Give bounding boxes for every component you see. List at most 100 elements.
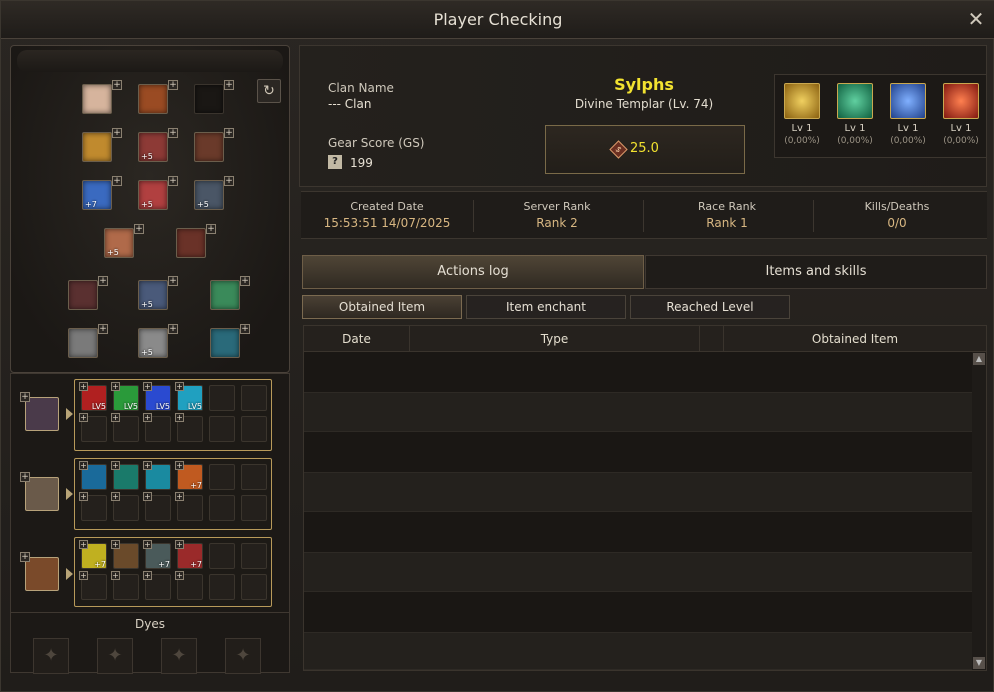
gem-slot[interactable]: + +7 — [79, 540, 107, 569]
slot-plus-icon[interactable]: + — [175, 540, 184, 549]
slot-plus-icon[interactable]: + — [168, 128, 178, 138]
slot-plus-icon[interactable]: + — [143, 492, 152, 501]
slot-plus-icon[interactable]: + — [168, 80, 178, 90]
slot-plus-icon[interactable]: + — [79, 540, 88, 549]
close-icon[interactable]: ✕ — [965, 8, 987, 30]
shoulder-slot[interactable]: + — [138, 80, 178, 114]
wind-skill-icon[interactable] — [837, 83, 873, 119]
set-item-icon[interactable]: + — [20, 552, 59, 591]
slot-plus-icon[interactable]: + — [134, 224, 144, 234]
dye-slot[interactable]: ✦ — [33, 638, 69, 674]
gem-slot-empty[interactable]: + — [143, 571, 171, 600]
slot-plus-icon[interactable]: + — [168, 324, 178, 334]
slot-plus-icon[interactable]: + — [143, 382, 152, 391]
slot-plus-icon[interactable]: + — [143, 461, 152, 470]
gem-slot-empty[interactable]: + — [175, 413, 203, 442]
gem-slot-empty[interactable]: + — [143, 413, 171, 442]
table-row[interactable] — [304, 352, 972, 392]
earring-right-slot[interactable]: + +5 — [138, 276, 178, 310]
slot-plus-icon[interactable]: + — [98, 276, 108, 286]
gloves-slot[interactable]: + — [82, 128, 122, 162]
gem-slot[interactable]: + — [111, 461, 139, 490]
slot-plus-icon[interactable]: + — [79, 571, 88, 580]
slot-plus-icon[interactable]: + — [143, 571, 152, 580]
slot-plus-icon[interactable]: + — [111, 382, 120, 391]
gem-slot-empty[interactable] — [209, 464, 235, 490]
earring-left-slot[interactable]: + — [68, 276, 108, 310]
slot-plus-icon[interactable]: + — [175, 461, 184, 470]
sun-skill-icon[interactable] — [784, 83, 820, 119]
column-header-type[interactable]: Type — [410, 326, 700, 352]
tab-actions-log[interactable]: Actions log — [302, 255, 644, 289]
belt-slot[interactable]: + +7 — [82, 176, 122, 210]
slot-plus-icon[interactable]: + — [111, 461, 120, 470]
slot-plus-icon[interactable]: + — [143, 413, 152, 422]
table-row[interactable] — [304, 552, 972, 592]
table-row[interactable] — [304, 432, 972, 472]
gem-slot-empty[interactable] — [241, 416, 267, 442]
set-item-icon[interactable]: + — [20, 472, 59, 511]
gem-slot[interactable]: + LV5 — [175, 382, 203, 411]
table-row[interactable] — [304, 632, 972, 670]
set-item-icon[interactable]: + — [20, 392, 59, 431]
scroll-down-icon[interactable]: ▼ — [973, 657, 985, 669]
shield-slot[interactable]: + — [176, 224, 216, 258]
table-row[interactable] — [304, 512, 972, 552]
gem-slot-empty[interactable]: + — [111, 413, 139, 442]
refresh-button[interactable]: ↻ — [257, 79, 281, 103]
subtab-reached-level[interactable]: Reached Level — [630, 295, 790, 319]
gem-slot-empty[interactable]: + — [79, 492, 107, 521]
slot-plus-icon[interactable]: + — [224, 128, 234, 138]
scroll-up-icon[interactable]: ▲ — [973, 353, 985, 365]
talisman-slot[interactable]: + — [210, 276, 250, 310]
slot-plus-icon[interactable]: + — [112, 176, 122, 186]
boots-slot[interactable]: + +5 — [194, 176, 234, 210]
table-row[interactable] — [304, 592, 972, 632]
slot-plus-icon[interactable]: + — [240, 276, 250, 286]
ring-left-slot[interactable]: + — [68, 324, 108, 358]
table-scrollbar[interactable]: ▲ ▼ — [972, 352, 986, 670]
gem-slot[interactable]: + LV5 — [143, 382, 171, 411]
ice-skill-icon[interactable] — [890, 83, 926, 119]
gem-slot-empty[interactable]: + — [111, 492, 139, 521]
slot-plus-icon[interactable]: + — [224, 80, 234, 90]
gem-slot-empty[interactable] — [209, 385, 235, 411]
gem-slot-empty[interactable] — [241, 543, 267, 569]
slot-plus-icon[interactable]: + — [240, 324, 250, 334]
slot-plus-icon[interactable]: + — [79, 492, 88, 501]
gem-slot-empty[interactable] — [241, 574, 267, 600]
slot-plus-icon[interactable]: + — [175, 492, 184, 501]
slot-plus-icon[interactable]: + — [111, 413, 120, 422]
slot-plus-icon[interactable]: + — [79, 461, 88, 470]
gem-slot[interactable]: + — [79, 461, 107, 490]
subtab-item-enchant[interactable]: Item enchant — [466, 295, 626, 319]
slot-plus-icon[interactable]: + — [175, 571, 184, 580]
necklace-slot[interactable]: + — [210, 324, 250, 358]
table-row[interactable] — [304, 472, 972, 512]
slot-plus-icon[interactable]: + — [111, 492, 120, 501]
slot-plus-icon[interactable]: + — [168, 276, 178, 286]
gem-slot-empty[interactable] — [241, 385, 267, 411]
weapon-slot[interactable]: + +5 — [104, 224, 144, 258]
slot-plus-icon[interactable]: + — [20, 552, 30, 562]
gem-slot-empty[interactable]: + — [79, 413, 107, 442]
slot-plus-icon[interactable]: + — [175, 382, 184, 391]
gem-slot[interactable]: + LV5 — [79, 382, 107, 411]
slot-plus-icon[interactable]: + — [168, 176, 178, 186]
costume-slot[interactable]: + — [194, 128, 234, 162]
gem-slot-empty[interactable] — [209, 416, 235, 442]
gem-slot-empty[interactable]: + — [175, 571, 203, 600]
gem-slot-empty[interactable]: + — [79, 571, 107, 600]
dye-slot[interactable]: ✦ — [161, 638, 197, 674]
slot-plus-icon[interactable]: + — [111, 571, 120, 580]
slot-plus-icon[interactable]: + — [79, 413, 88, 422]
gem-slot[interactable]: + LV5 — [111, 382, 139, 411]
wings-slot[interactable]: + — [194, 80, 234, 114]
slot-plus-icon[interactable]: + — [206, 224, 216, 234]
gem-slot[interactable]: + +7 — [175, 461, 203, 490]
gem-slot-empty[interactable] — [241, 495, 267, 521]
gem-slot[interactable]: + +7 — [175, 540, 203, 569]
slot-plus-icon[interactable]: + — [143, 540, 152, 549]
gem-slot-empty[interactable] — [209, 574, 235, 600]
gem-slot-empty[interactable] — [241, 464, 267, 490]
